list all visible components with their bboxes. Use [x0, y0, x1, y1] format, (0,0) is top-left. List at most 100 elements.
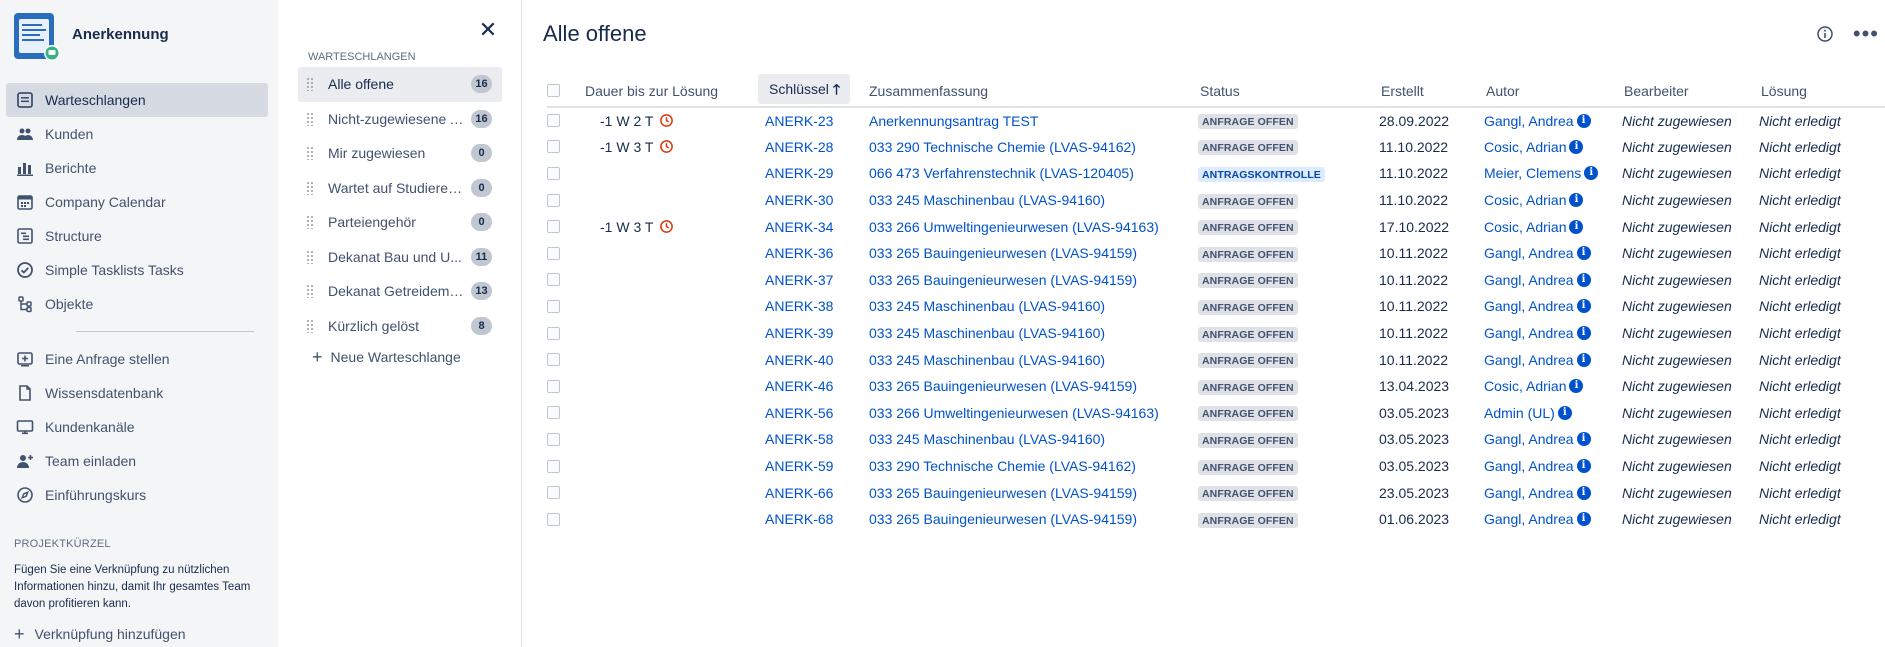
drag-handle-icon[interactable]: [306, 146, 314, 161]
status-badge[interactable]: ANFRAGE OFFEN: [1198, 353, 1298, 369]
author-link[interactable]: Gangl, Andrea: [1484, 511, 1574, 527]
author-link[interactable]: Gangl, Andrea: [1484, 325, 1574, 341]
status-badge[interactable]: ANFRAGE OFFEN: [1198, 140, 1298, 156]
drag-handle-icon[interactable]: [306, 180, 314, 195]
queue-item-alle-offene[interactable]: Alle offene 16: [298, 67, 502, 102]
issue-key-link[interactable]: ANERK-23: [765, 113, 833, 129]
nav-item-eine-anfrage-stellen[interactable]: Eine Anfrage stellen: [6, 342, 268, 376]
row-checkbox[interactable]: [547, 246, 560, 260]
issue-summary-link[interactable]: 033 265 Bauingenieurwesen (LVAS-94159): [869, 245, 1137, 261]
info-icon[interactable]: i: [1576, 246, 1591, 261]
status-badge[interactable]: ANFRAGE OFFEN: [1198, 193, 1298, 209]
row-checkbox[interactable]: [547, 299, 560, 313]
column-header-key[interactable]: Schlüssel 🡑: [758, 73, 869, 108]
nav-item-team-einladen[interactable]: Team einladen: [6, 444, 268, 478]
column-header-created[interactable]: Erstellt: [1379, 75, 1484, 108]
status-badge[interactable]: ANFRAGE OFFEN: [1198, 459, 1298, 475]
issue-summary-link[interactable]: 033 266 Umweltingenieurwesen (LVAS-94163…: [869, 219, 1159, 235]
table-row[interactable]: ANERK-29 066 473 Verfahrenstechnik (LVAS-…: [547, 160, 1885, 187]
issue-key-link[interactable]: ANERK-38: [765, 298, 833, 314]
issue-key-link[interactable]: ANERK-40: [765, 352, 833, 368]
row-select-cell[interactable]: [547, 346, 585, 373]
info-icon[interactable]: i: [1569, 379, 1584, 394]
row-checkbox[interactable]: [547, 379, 560, 393]
table-row[interactable]: ANERK-38 033 245 Maschinenbau (LVAS-94160…: [547, 293, 1885, 320]
row-select-cell[interactable]: [547, 426, 585, 453]
author-link[interactable]: Gangl, Andrea: [1484, 352, 1574, 368]
status-badge[interactable]: ANFRAGE OFFEN: [1198, 326, 1298, 342]
issue-summary-link[interactable]: 033 265 Bauingenieurwesen (LVAS-94159): [869, 272, 1137, 288]
issue-summary-link[interactable]: 066 473 Verfahrenstechnik (LVAS-120405): [869, 165, 1134, 181]
info-icon[interactable]: [1815, 24, 1835, 44]
row-checkbox[interactable]: [547, 166, 560, 180]
select-all-checkbox[interactable]: [547, 84, 560, 97]
status-badge[interactable]: ANFRAGE OFFEN: [1198, 512, 1298, 528]
table-row[interactable]: -1 W 3 T ANERK-28 033 290 Technische Chemi…: [547, 134, 1885, 161]
issue-summary-link[interactable]: 033 245 Maschinenbau (LVAS-94160): [869, 431, 1105, 447]
row-checkbox[interactable]: [547, 512, 560, 526]
issue-summary-link[interactable]: 033 265 Bauingenieurwesen (LVAS-94159): [869, 378, 1137, 394]
drag-handle-icon[interactable]: [306, 215, 314, 230]
table-row[interactable]: ANERK-46 033 265 Bauingenieurwesen (LVAS-…: [547, 373, 1885, 400]
status-badge[interactable]: ANTRAGSKONTROLLE: [1198, 166, 1325, 182]
issue-summary-link[interactable]: Anerkennungsantrag TEST: [869, 113, 1038, 129]
author-link[interactable]: Gangl, Andrea: [1484, 245, 1574, 261]
author-link[interactable]: Gangl, Andrea: [1484, 113, 1574, 129]
row-select-cell[interactable]: [547, 479, 585, 506]
status-badge[interactable]: ANFRAGE OFFEN: [1198, 379, 1298, 395]
table-row[interactable]: ANERK-30 033 245 Maschinenbau (LVAS-94160…: [547, 187, 1885, 214]
info-icon[interactable]: i: [1576, 352, 1591, 367]
status-badge[interactable]: ANFRAGE OFFEN: [1198, 273, 1298, 289]
queue-item-dekanat-getreidemarkt[interactable]: Dekanat Getreidemar... 13: [298, 274, 502, 309]
status-badge[interactable]: ANFRAGE OFFEN: [1198, 246, 1298, 262]
status-badge[interactable]: ANFRAGE OFFEN: [1198, 406, 1298, 422]
row-checkbox[interactable]: [547, 353, 560, 367]
nav-item-wissensdatenbank[interactable]: Wissensdatenbank: [6, 376, 268, 410]
drag-handle-icon[interactable]: [306, 284, 314, 299]
issue-key-link[interactable]: ANERK-36: [765, 245, 833, 261]
nav-item-berichte[interactable]: Berichte: [6, 151, 268, 185]
row-select-cell[interactable]: [547, 160, 585, 187]
drag-handle-icon[interactable]: [306, 318, 314, 333]
author-link[interactable]: Gangl, Andrea: [1484, 485, 1574, 501]
info-icon[interactable]: i: [1576, 485, 1591, 500]
queue-item-dekanat-bau[interactable]: Dekanat Bau und U... 11: [298, 240, 502, 275]
row-select-cell[interactable]: [547, 373, 585, 400]
column-header-duration[interactable]: Dauer bis zur Lösung: [585, 75, 758, 108]
nav-item-kunden[interactable]: Kunden: [6, 117, 268, 151]
info-icon[interactable]: i: [1569, 219, 1584, 234]
drag-handle-icon[interactable]: [306, 111, 314, 126]
table-row[interactable]: ANERK-66 033 265 Bauingenieurwesen (LVAS-…: [547, 479, 1885, 506]
column-header-summary[interactable]: Zusammenfassung: [869, 75, 1198, 108]
column-header-author[interactable]: Autor: [1484, 75, 1622, 108]
close-panel-icon[interactable]: ✕: [476, 18, 500, 42]
info-icon[interactable]: i: [1576, 512, 1591, 527]
nav-item-structure[interactable]: Structure: [6, 219, 268, 253]
nav-item-einfuehrungskurs[interactable]: Einführungskurs: [6, 478, 268, 512]
row-checkbox[interactable]: [547, 406, 560, 420]
author-link[interactable]: Cosic, Adrian: [1484, 219, 1566, 235]
issue-summary-link[interactable]: 033 265 Bauingenieurwesen (LVAS-94159): [869, 485, 1137, 501]
row-select-cell[interactable]: [547, 134, 585, 161]
column-header-resolution[interactable]: Lösung: [1759, 75, 1885, 108]
table-row[interactable]: -1 W 3 T ANERK-34 033 266 Umweltingenieurw…: [547, 213, 1885, 240]
author-link[interactable]: Admin (UL): [1484, 405, 1555, 421]
row-checkbox[interactable]: [547, 273, 560, 287]
status-badge[interactable]: ANFRAGE OFFEN: [1198, 114, 1298, 130]
more-actions-icon[interactable]: •••: [1853, 23, 1879, 45]
nav-item-kundenkanaele[interactable]: Kundenkanäle: [6, 410, 268, 444]
row-select-cell[interactable]: [547, 213, 585, 240]
queue-item-wartet-auf-studierende[interactable]: Wartet auf Studieren... 0: [298, 171, 502, 206]
nav-item-simple-tasklists[interactable]: Simple Tasklists Tasks: [6, 253, 268, 287]
info-icon[interactable]: i: [1576, 299, 1591, 314]
info-icon[interactable]: i: [1557, 405, 1572, 420]
table-row[interactable]: ANERK-39 033 245 Maschinenbau (LVAS-94160…: [547, 320, 1885, 347]
row-checkbox[interactable]: [547, 220, 560, 234]
status-badge[interactable]: ANFRAGE OFFEN: [1198, 432, 1298, 448]
info-icon[interactable]: i: [1569, 139, 1584, 154]
table-row[interactable]: ANERK-40 033 245 Maschinenbau (LVAS-94160…: [547, 346, 1885, 373]
table-row[interactable]: ANERK-68 033 265 Bauingenieurwesen (LVAS-…: [547, 506, 1885, 533]
issue-summary-link[interactable]: 033 245 Maschinenbau (LVAS-94160): [869, 352, 1105, 368]
table-row[interactable]: ANERK-59 033 290 Technische Chemie (LVAS-…: [547, 453, 1885, 480]
row-checkbox[interactable]: [547, 193, 560, 207]
